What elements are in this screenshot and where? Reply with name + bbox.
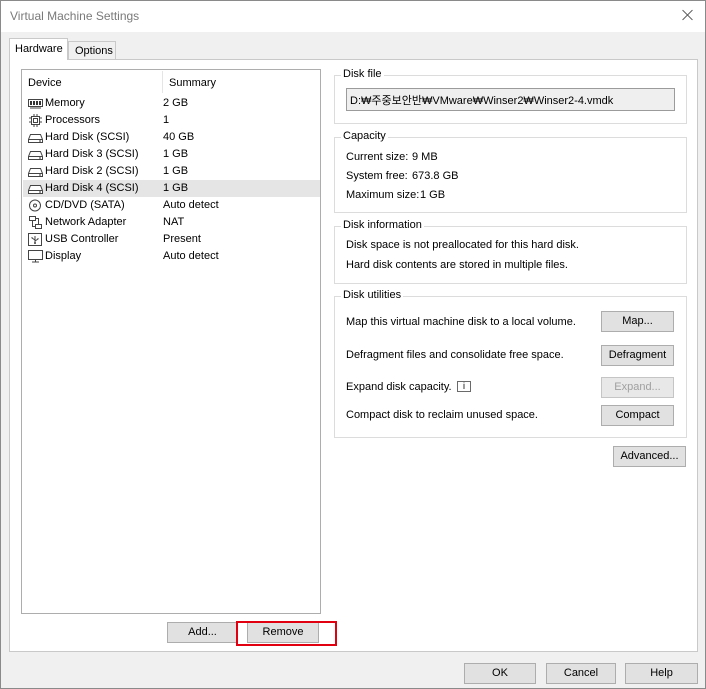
cd-dvd-icon xyxy=(29,199,41,212)
add-button[interactable]: Add... xyxy=(167,622,238,643)
device-summary: 1 xyxy=(163,114,170,126)
device-name: Hard Disk 4 (SCSI) xyxy=(45,182,139,194)
device-row-memory[interactable]: Memory 2 GB xyxy=(23,95,320,112)
compact-button[interactable]: Compact xyxy=(601,405,674,426)
device-summary: 2 GB xyxy=(163,97,189,109)
tab-options[interactable]: Options xyxy=(68,41,116,60)
disk-info-line-1: Disk space is not preallocated for this … xyxy=(346,239,579,251)
device-row-hard-disk[interactable]: Hard Disk (SCSI) 40 GB xyxy=(23,129,320,146)
device-row-hard-disk-2[interactable]: Hard Disk 2 (SCSI) 1 GB xyxy=(23,163,320,180)
disk-information-label: Disk information xyxy=(341,219,424,231)
device-row-cd-dvd[interactable]: CD/DVD (SATA) Auto detect xyxy=(23,197,320,214)
info-icon[interactable]: i xyxy=(457,381,471,392)
system-free-value: 673.8 GB xyxy=(412,170,459,182)
disk-file-label: Disk file xyxy=(341,68,384,80)
device-row-hard-disk-4[interactable]: Hard Disk 4 (SCSI) 1 GB xyxy=(23,180,320,197)
device-summary: 1 GB xyxy=(163,165,189,177)
device-summary: Present xyxy=(163,233,201,245)
window-title: Virtual Machine Settings xyxy=(10,9,140,23)
device-name: Network Adapter xyxy=(45,216,127,228)
device-summary: Auto detect xyxy=(163,199,219,211)
title-bar: Virtual Machine Settings xyxy=(1,1,705,32)
disk-info-line-2: Hard disk contents are stored in multipl… xyxy=(346,259,568,271)
column-divider[interactable] xyxy=(162,71,163,93)
close-icon[interactable] xyxy=(680,7,696,23)
device-summary: 1 GB xyxy=(163,182,189,194)
device-name: Display xyxy=(45,250,82,262)
maximum-size-label: Maximum size: xyxy=(346,189,420,201)
device-summary: Auto detect xyxy=(163,250,219,262)
usb-icon xyxy=(28,233,42,246)
device-summary: NAT xyxy=(163,216,185,228)
summary-column-header[interactable]: Summary xyxy=(169,77,216,89)
device-name: Processors xyxy=(45,114,101,126)
device-row-network-adapter[interactable]: Network Adapter NAT xyxy=(23,214,320,231)
tab-hardware[interactable]: Hardware xyxy=(9,38,68,60)
map-description: Map this virtual machine disk to a local… xyxy=(346,316,576,328)
device-name: Memory xyxy=(45,97,85,109)
processor-icon xyxy=(29,114,42,127)
defragment-button[interactable]: Defragment xyxy=(601,345,674,366)
system-free-label: System free: xyxy=(346,170,408,182)
current-size-label: Current size: xyxy=(346,151,409,163)
expand-description: Expand disk capacity. xyxy=(346,381,452,393)
disk-file-path-field[interactable]: D:₩주중보안반₩VMware₩Winser2₩Winser2-4.vmdk xyxy=(346,88,675,111)
device-row-processors[interactable]: Processors 1 xyxy=(23,112,320,129)
device-name: Hard Disk 3 (SCSI) xyxy=(45,148,139,160)
display-icon xyxy=(28,250,43,263)
device-summary: 1 GB xyxy=(163,148,189,160)
capacity-group: Capacity Current size: 9 MB System free:… xyxy=(334,130,687,213)
vm-settings-window: Virtual Machine Settings Hardware Option… xyxy=(0,0,706,689)
hard-disk-icon xyxy=(28,151,43,160)
disk-file-group: Disk file D:₩주중보안반₩VMware₩Winser2₩Winser… xyxy=(334,68,687,124)
defragment-description: Defragment files and consolidate free sp… xyxy=(346,349,564,361)
device-name: Hard Disk 2 (SCSI) xyxy=(45,165,139,177)
current-size-value: 9 MB xyxy=(412,151,438,163)
disk-information-group: Disk information Disk space is not preal… xyxy=(334,219,687,284)
compact-description: Compact disk to reclaim unused space. xyxy=(346,409,538,421)
device-column-header[interactable]: Device xyxy=(28,77,62,89)
disk-utilities-label: Disk utilities xyxy=(341,289,404,301)
device-list-header: Device Summary xyxy=(28,71,318,93)
device-row-usb-controller[interactable]: USB Controller Present xyxy=(23,231,320,248)
device-row-display[interactable]: Display Auto detect xyxy=(23,248,320,265)
cancel-button[interactable]: Cancel xyxy=(546,663,616,684)
device-summary: 40 GB xyxy=(163,131,195,143)
device-row-hard-disk-3[interactable]: Hard Disk 3 (SCSI) 1 GB xyxy=(23,146,320,163)
expand-button[interactable]: Expand... xyxy=(601,377,674,398)
advanced-button[interactable]: Advanced... xyxy=(613,446,686,467)
device-name: USB Controller xyxy=(45,233,119,245)
map-button[interactable]: Map... xyxy=(601,311,674,332)
device-name: Hard Disk (SCSI) xyxy=(45,131,130,143)
device-name: CD/DVD (SATA) xyxy=(45,199,125,211)
hard-disk-icon xyxy=(28,134,43,143)
memory-icon xyxy=(28,99,43,109)
hard-disk-icon xyxy=(28,185,43,194)
device-rows: Memory 2 GB Processors 1 Hard Disk (SCSI… xyxy=(23,95,320,265)
capacity-label: Capacity xyxy=(341,130,388,142)
remove-button[interactable]: Remove xyxy=(247,622,319,643)
hard-disk-icon xyxy=(28,168,43,177)
network-adapter-icon xyxy=(29,216,42,229)
ok-button[interactable]: OK xyxy=(464,663,536,684)
help-button[interactable]: Help xyxy=(625,663,698,684)
maximum-size-value: 1 GB xyxy=(420,189,446,201)
device-list[interactable]: Device Summary Memory 2 GB Processors 1 … xyxy=(21,69,321,614)
